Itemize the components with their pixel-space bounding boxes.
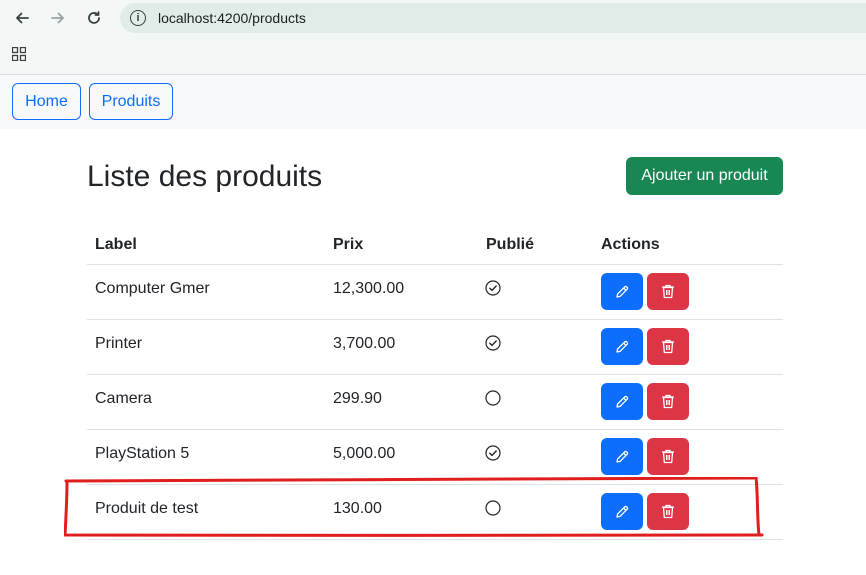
url-text[interactable]: localhost:4200/products — [158, 10, 306, 26]
table-row: Produit de test 130.00 — [87, 485, 783, 540]
trash-icon — [662, 449, 674, 464]
check-circle-icon — [485, 445, 501, 461]
address-bar[interactable]: i localhost:4200/products — [120, 3, 866, 33]
delete-button[interactable] — [647, 438, 689, 475]
check-circle-icon — [485, 280, 501, 296]
table-row: Printer 3,700.00 — [87, 320, 783, 375]
table-row: Camera 299.90 — [87, 375, 783, 430]
product-label: PlayStation 5 — [95, 445, 190, 462]
product-label: Camera — [95, 390, 152, 407]
pencil-icon — [616, 285, 629, 298]
edit-button[interactable] — [601, 273, 643, 310]
header-price: Prix — [333, 236, 364, 253]
trash-icon — [662, 339, 674, 354]
add-product-button[interactable]: Ajouter un produit — [626, 157, 783, 195]
apps-grid-icon[interactable] — [12, 47, 26, 61]
table-body: Computer Gmer 12,300.00 Printer 3,700.00 Cam… — [87, 265, 783, 540]
back-arrow-icon[interactable] — [9, 5, 35, 31]
product-label: Printer — [95, 335, 143, 352]
trash-icon — [662, 284, 674, 299]
delete-button[interactable] — [647, 273, 689, 310]
check-circle-icon — [485, 335, 501, 351]
product-price: 130.00 — [333, 500, 382, 517]
header-published: Publié — [486, 236, 535, 253]
products-table: Label Prix Publié Actions Computer Gmer 1… — [87, 226, 783, 540]
delete-button[interactable] — [647, 328, 689, 365]
table-header-row: Label Prix Publié Actions — [87, 226, 783, 265]
product-label: Produit de test — [95, 500, 199, 517]
nav-products-button[interactable]: Produits — [89, 83, 173, 120]
product-price: 5,000.00 — [333, 445, 396, 462]
trash-icon — [662, 394, 674, 409]
nav-home-button[interactable]: Home — [12, 83, 81, 120]
forward-arrow-icon[interactable] — [45, 5, 71, 31]
delete-button[interactable] — [647, 383, 689, 420]
pencil-icon — [616, 505, 629, 518]
edit-button[interactable] — [601, 493, 643, 530]
page-title: Liste des produits — [87, 160, 323, 193]
pencil-icon — [616, 395, 629, 408]
pencil-icon — [616, 340, 629, 353]
trash-icon — [662, 504, 674, 519]
site-info-icon[interactable]: i — [130, 10, 146, 26]
edit-button[interactable] — [601, 438, 643, 475]
header-actions: Actions — [601, 236, 660, 253]
edit-button[interactable] — [601, 328, 643, 365]
pencil-icon — [616, 450, 629, 463]
app-navbar: Home Produits — [0, 75, 866, 129]
circle-icon — [485, 390, 501, 406]
table-row: Computer Gmer 12,300.00 — [87, 265, 783, 320]
table-row: PlayStation 5 5,000.00 — [87, 430, 783, 485]
edit-button[interactable] — [601, 383, 643, 420]
reload-icon[interactable] — [81, 5, 107, 31]
browser-toolbar: i localhost:4200/products — [0, 0, 866, 36]
bookmarks-bar — [0, 36, 866, 75]
delete-button[interactable] — [647, 493, 689, 530]
product-price: 299.90 — [333, 390, 382, 407]
product-price: 3,700.00 — [333, 335, 396, 352]
product-label: Computer Gmer — [95, 280, 210, 297]
header-label: Label — [95, 236, 137, 253]
product-price: 12,300.00 — [333, 280, 405, 297]
circle-icon — [485, 500, 501, 516]
